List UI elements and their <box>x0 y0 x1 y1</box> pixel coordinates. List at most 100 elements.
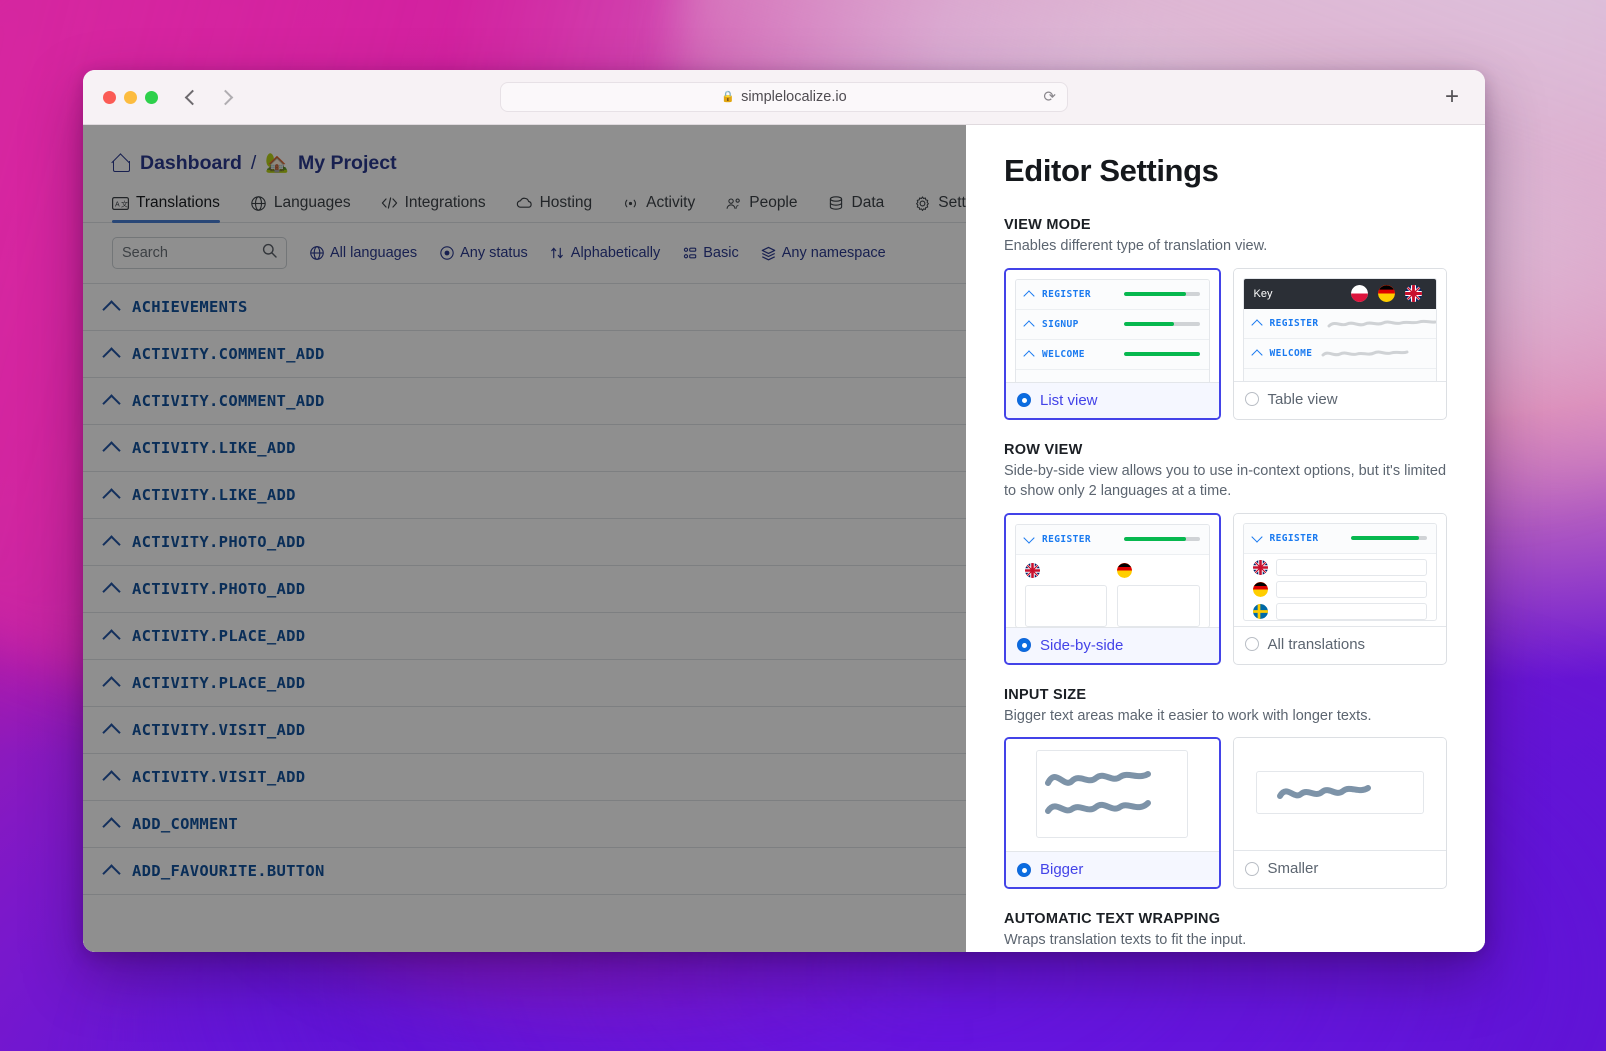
option-list-view[interactable]: REGISTER SIGNUP WELCOME List view <box>1004 267 1221 420</box>
tab-languages[interactable]: Languages <box>250 194 351 222</box>
breadcrumb-project-link[interactable]: My Project <box>298 152 397 175</box>
list-view-preview: REGISTER SIGNUP WELCOME <box>1006 269 1219 382</box>
chevron-up-icon[interactable] <box>102 534 121 554</box>
preview-key-column-label: Key <box>1253 287 1273 300</box>
translation-key-name: ADD_FAVOURITE.BUTTON <box>132 862 325 880</box>
radio-button[interactable] <box>1244 861 1259 876</box>
tab-label: Translations <box>136 194 220 211</box>
option-bigger[interactable]: Bigger <box>1004 737 1221 890</box>
option-label: List view <box>1040 391 1098 409</box>
placeholder-squiggle <box>1045 771 1152 815</box>
option-footer[interactable]: Smaller <box>1233 850 1446 887</box>
translation-key-name: ACTIVITY.LIKE_ADD <box>132 439 296 457</box>
tab-activity[interactable]: Activity <box>622 194 695 222</box>
zoom-window-button[interactable] <box>145 90 158 104</box>
flag-gb-icon <box>1025 562 1040 578</box>
option-footer[interactable]: Bigger <box>1006 851 1219 888</box>
preview-key: WELCOME <box>1269 347 1313 359</box>
preview-row-empty <box>1016 369 1209 382</box>
chevron-down-icon <box>1023 532 1035 544</box>
filter-all-languages[interactable]: All languages <box>309 245 417 261</box>
browser-titlebar: 🔒 simplelocalize.io ⟳ + <box>83 70 1485 125</box>
reload-icon[interactable]: ⟳ <box>1043 90 1056 105</box>
globe-icon <box>250 195 267 212</box>
option-footer[interactable]: List view <box>1006 381 1219 418</box>
chevron-up-icon[interactable] <box>102 299 121 319</box>
preview-mini-table: Key REGISTER WELCOME <box>1242 277 1437 381</box>
gear-icon <box>914 195 931 212</box>
option-footer[interactable]: Table view <box>1233 380 1446 417</box>
section-label: AUTOMATIC TEXT WRAPPING <box>1004 911 1221 928</box>
address-bar[interactable]: 🔒 simplelocalize.io ⟳ <box>500 82 1068 112</box>
search-input-wrapper[interactable] <box>112 237 287 269</box>
progress-bar <box>1123 352 1200 357</box>
breadcrumb-dashboard-link[interactable]: Dashboard <box>140 152 242 175</box>
preview-language-row <box>1244 576 1437 598</box>
option-footer[interactable]: Side-by-side <box>1006 626 1219 663</box>
filter-any-namespace[interactable]: Any namespace <box>761 245 886 261</box>
radio-button[interactable] <box>1244 637 1259 652</box>
breadcrumb-separator: / <box>250 151 257 174</box>
preview-translation-input <box>1275 558 1427 576</box>
chevron-up-icon[interactable] <box>102 722 121 742</box>
radio-button[interactable] <box>1244 392 1259 407</box>
layers-icon <box>761 246 776 261</box>
table-view-preview: Key REGISTER WELCOME <box>1233 268 1446 381</box>
tab-data[interactable]: Data <box>828 194 884 222</box>
page-title: Editor Settings <box>1004 153 1219 188</box>
chevron-up-icon[interactable] <box>102 816 121 836</box>
preview-mini-list: REGISTER SIGNUP WELCOME <box>1015 278 1210 382</box>
forward-arrow-icon[interactable] <box>217 89 234 105</box>
filter-basic[interactable]: Basic <box>682 245 739 261</box>
code-icon <box>381 195 398 212</box>
tab-integrations[interactable]: Integrations <box>381 194 486 222</box>
translation-key-name: ADD_COMMENT <box>132 815 238 833</box>
option-footer[interactable]: All translations <box>1233 625 1446 662</box>
section-label: INPUT SIZE <box>1004 686 1087 703</box>
chevron-up-icon[interactable] <box>102 769 121 789</box>
preview-row: WELCOME <box>1016 339 1209 370</box>
filter-label: Any status <box>460 245 528 261</box>
option-side-by-side[interactable]: REGISTER Side-by-side <box>1004 512 1221 665</box>
minimize-window-button[interactable] <box>124 90 137 104</box>
new-tab-button[interactable]: + <box>1445 85 1459 109</box>
section-input-size: INPUT SIZE Bigger text areas make it eas… <box>1004 687 1447 890</box>
people-icon <box>725 195 742 212</box>
close-window-button[interactable] <box>103 90 116 104</box>
section-label: VIEW MODE <box>1004 217 1091 233</box>
option-label: Table view <box>1267 390 1338 408</box>
chevron-up-icon[interactable] <box>102 863 121 883</box>
filter-alphabetically[interactable]: Alphabetically <box>550 245 660 261</box>
flag-gb-icon <box>1252 559 1268 575</box>
tab-people[interactable]: People <box>725 194 798 222</box>
preview-row: REGISTER <box>1016 524 1209 555</box>
preview-row: SIGNUP <box>1016 309 1209 340</box>
chevron-up-icon[interactable] <box>102 628 121 648</box>
flag-pl-icon <box>1351 285 1368 303</box>
progress-bar <box>1351 536 1427 541</box>
option-all-translations[interactable]: REGISTER All translations <box>1232 512 1447 665</box>
search-icon[interactable] <box>262 243 277 263</box>
option-smaller[interactable]: Smaller <box>1232 737 1447 890</box>
back-arrow-icon[interactable] <box>184 89 201 105</box>
chevron-up-icon[interactable] <box>102 440 121 460</box>
home-icon[interactable] <box>112 155 131 172</box>
radio-button[interactable] <box>1017 638 1031 653</box>
tab-translations[interactable]: A文 Translations <box>112 194 220 223</box>
section-row-view: ROW VIEW Side-by-side view allows you to… <box>1004 442 1447 665</box>
tab-hosting[interactable]: Hosting <box>516 194 592 222</box>
chevron-up-icon[interactable] <box>102 393 121 413</box>
filter-any-status[interactable]: Any status <box>439 245 528 261</box>
chevron-up-icon[interactable] <box>102 581 121 601</box>
filter-label: Any namespace <box>781 245 886 261</box>
chevron-up-icon[interactable] <box>102 487 121 507</box>
chevron-up-icon <box>1023 319 1035 332</box>
radio-button[interactable] <box>1017 393 1031 408</box>
svg-text:文: 文 <box>121 199 128 208</box>
radio-button[interactable] <box>1017 862 1031 877</box>
search-input[interactable] <box>122 245 262 261</box>
lock-icon: 🔒 <box>721 90 736 103</box>
option-table-view[interactable]: Key REGISTER WELCOME Table view <box>1232 267 1447 420</box>
chevron-up-icon[interactable] <box>102 346 121 366</box>
chevron-up-icon[interactable] <box>102 675 121 695</box>
